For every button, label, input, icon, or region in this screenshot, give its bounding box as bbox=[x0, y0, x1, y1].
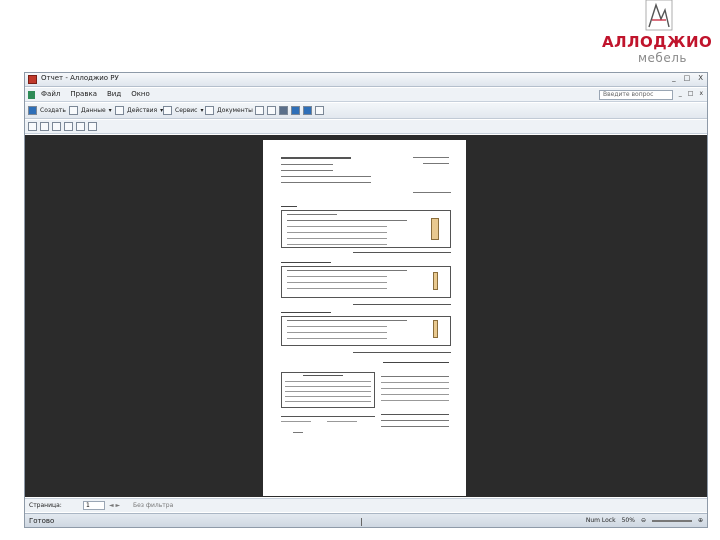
section-package-label bbox=[281, 262, 331, 263]
product-thumb-3 bbox=[433, 320, 438, 338]
window-title: Отчет - Аллоджио РУ bbox=[41, 74, 119, 82]
header-line bbox=[281, 157, 351, 159]
data-icon bbox=[69, 106, 78, 115]
status-bar: Готово Num Lock 50% ⊖ ⊕ bbox=[25, 513, 707, 527]
two-pages-icon[interactable] bbox=[64, 122, 73, 131]
doc-close-button[interactable]: x bbox=[699, 90, 703, 97]
allodzhio-logo-icon bbox=[645, 0, 673, 31]
menu-view[interactable]: Вид bbox=[107, 90, 121, 98]
report-page bbox=[263, 140, 466, 496]
zoom-level[interactable]: 50% bbox=[622, 517, 635, 524]
page-nav-arrows[interactable]: ◄ ► bbox=[109, 502, 120, 509]
filter-indicator[interactable]: Без фильтра bbox=[133, 502, 173, 509]
access-app-icon bbox=[28, 75, 37, 84]
document-controls: _ □ x bbox=[679, 90, 703, 97]
help-search-input[interactable]: Введите вопрос bbox=[599, 90, 673, 100]
brand-logo: АЛЛОДЖИО мебель bbox=[596, 0, 720, 70]
screen: АЛЛОДЖИО мебель Отчет - Аллоджио РУ _ □ … bbox=[0, 0, 720, 540]
create-icon bbox=[28, 106, 37, 115]
zoom-minus-icon[interactable]: ⊖ bbox=[641, 517, 646, 524]
status-ready: Готово bbox=[29, 517, 55, 525]
tool-icon-1[interactable] bbox=[255, 106, 264, 115]
tool-icon-6[interactable] bbox=[315, 106, 324, 115]
save-as-icon[interactable] bbox=[303, 106, 312, 115]
close-button[interactable]: X bbox=[698, 74, 703, 82]
num-lock-indicator: Num Lock bbox=[585, 517, 616, 524]
brand-name: АЛЛОДЖИО bbox=[602, 33, 713, 51]
doc-restore-button[interactable]: □ bbox=[688, 90, 694, 97]
actions-menu-button[interactable]: Действия ▾ bbox=[115, 106, 163, 115]
multi-page-icon[interactable] bbox=[76, 122, 85, 131]
tool-icon-3[interactable] bbox=[279, 106, 288, 115]
preview-tools bbox=[28, 122, 97, 131]
tool-icon-2[interactable] bbox=[267, 106, 276, 115]
minimize-button[interactable]: _ bbox=[672, 74, 676, 82]
setup-icon[interactable] bbox=[88, 122, 97, 131]
maximize-button[interactable]: □ bbox=[684, 74, 691, 82]
product-thumb-2 bbox=[433, 272, 438, 290]
actions-icon bbox=[115, 106, 124, 115]
title-bar: Отчет - Аллоджио РУ _ □ X bbox=[25, 73, 707, 87]
report-preview-area[interactable] bbox=[25, 135, 707, 497]
status-separator bbox=[361, 518, 362, 526]
print-icon[interactable] bbox=[28, 122, 37, 131]
zoom-slider[interactable] bbox=[651, 519, 692, 522]
page-label: Страница: bbox=[29, 502, 62, 509]
page-number-input[interactable]: 1 bbox=[83, 501, 105, 510]
record-navigation-bar: Страница: 1 ◄ ► Без фильтра bbox=[25, 498, 707, 512]
report-window: Отчет - Аллоджио РУ _ □ X Файл Правка Ви… bbox=[24, 72, 708, 528]
service-menu-button[interactable]: Сервис ▾ bbox=[163, 106, 203, 115]
menu-file[interactable]: Файл bbox=[41, 90, 60, 98]
product-thumb-1 bbox=[431, 218, 439, 240]
quick-tools bbox=[255, 106, 324, 115]
signature-line bbox=[281, 416, 375, 417]
window-controls: _ □ X bbox=[672, 74, 703, 82]
service-icon bbox=[163, 106, 172, 115]
documents-menu-button[interactable]: Документы ▾ bbox=[205, 106, 259, 115]
zoom-plus-icon[interactable]: ⊕ bbox=[698, 517, 703, 524]
one-page-icon[interactable] bbox=[52, 122, 61, 131]
brand-subtitle: мебель bbox=[638, 51, 687, 65]
save-icon[interactable] bbox=[291, 106, 300, 115]
status-right-group: Num Lock 50% ⊖ ⊕ bbox=[586, 517, 703, 524]
data-menu-button[interactable]: Данные ▾ bbox=[69, 106, 112, 115]
menu-doc-icon bbox=[28, 91, 35, 99]
documents-icon bbox=[205, 106, 214, 115]
menu-edit[interactable]: Правка bbox=[70, 90, 97, 98]
create-menu-button[interactable]: Создать ▾ bbox=[28, 106, 72, 115]
zoom-icon[interactable] bbox=[40, 122, 49, 131]
order-total-line bbox=[383, 362, 449, 363]
menu-window[interactable]: Окно bbox=[131, 90, 150, 98]
main-toolbar: Создать ▾ Данные ▾ Действия ▾ Сервис ▾ Д… bbox=[25, 103, 707, 119]
menu-bar: Файл Правка Вид Окно Введите вопрос _ □ … bbox=[25, 88, 707, 102]
preview-toolbar bbox=[25, 120, 707, 134]
item-block-1 bbox=[281, 210, 451, 248]
doc-minimize-button[interactable]: _ bbox=[679, 90, 682, 97]
conditions-box bbox=[281, 372, 375, 408]
